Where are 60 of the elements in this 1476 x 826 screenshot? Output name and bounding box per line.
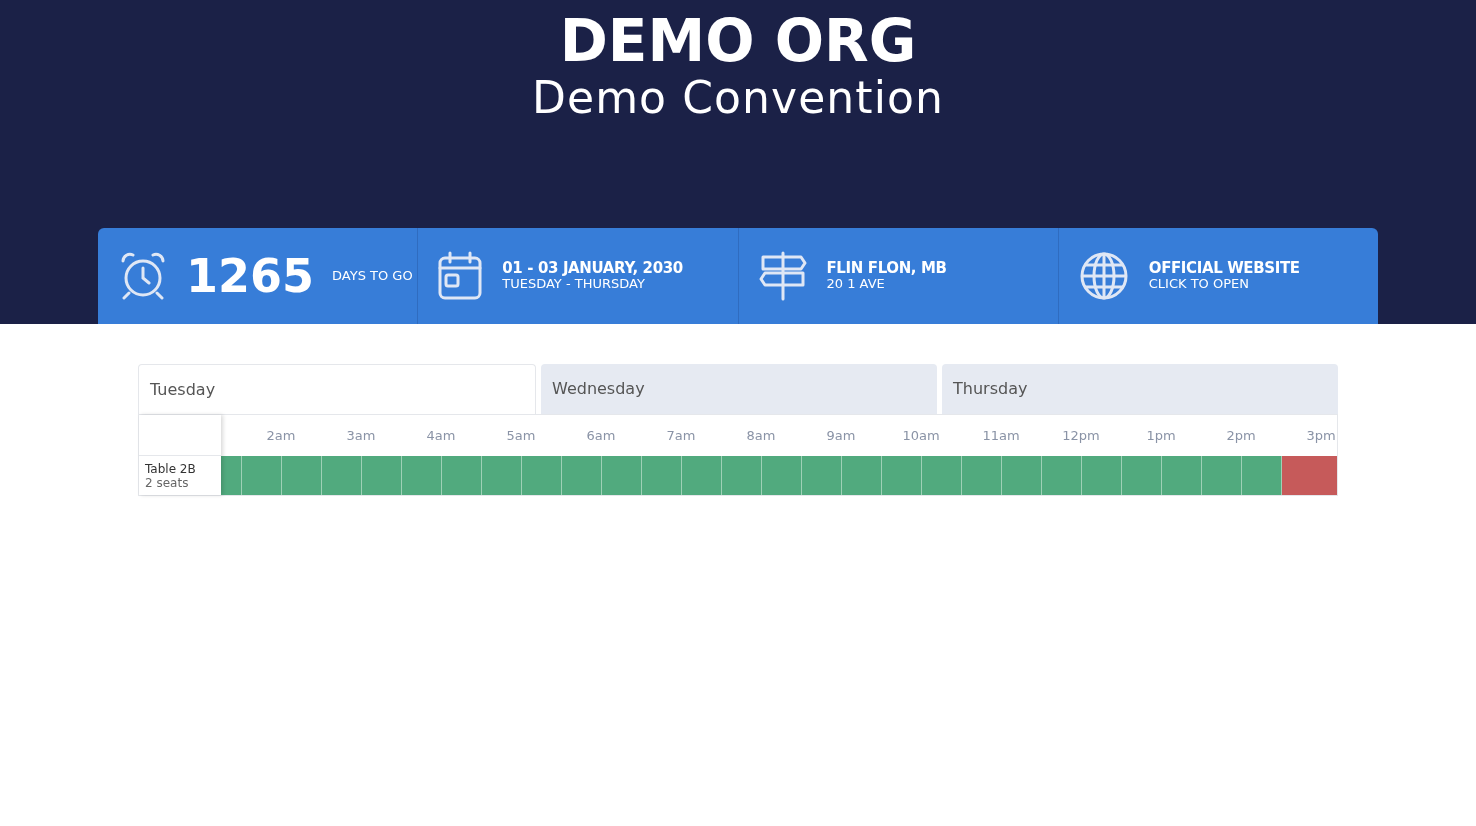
- time-slot[interactable]: [361, 456, 401, 495]
- days-count: 1265: [186, 253, 315, 299]
- hour-label: 9am: [826, 427, 856, 445]
- time-slot[interactable]: [641, 456, 681, 495]
- time-slot[interactable]: [681, 456, 721, 495]
- info-subtitle: TUESDAY - THURSDAY: [502, 276, 646, 291]
- day-tab[interactable]: Thursday: [942, 364, 1338, 414]
- time-slot[interactable]: [841, 456, 881, 495]
- event-title: Demo Convention: [532, 74, 944, 122]
- info-subtitle[interactable]: CLICK TO OPEN: [1148, 276, 1300, 291]
- table-seats: 2 seats: [145, 475, 215, 490]
- time-slot[interactable]: [1121, 456, 1161, 495]
- org-title: DEMO ORG: [559, 8, 917, 74]
- time-slot[interactable]: [1041, 456, 1081, 495]
- hour-label: 3am: [346, 427, 376, 445]
- calendar-icon: [438, 251, 483, 301]
- time-slot[interactable]: [921, 456, 961, 495]
- day-tab[interactable]: Tuesday: [138, 364, 536, 414]
- hour-label: 7am: [666, 427, 696, 445]
- hour-label: 8am: [746, 427, 776, 445]
- time-slot[interactable]: [521, 456, 561, 495]
- info-title: FLIN FLON, MB: [826, 261, 947, 276]
- time-slot[interactable]: [761, 456, 801, 495]
- hour-label: 10am: [902, 427, 940, 445]
- time-slot[interactable]: [1241, 456, 1281, 495]
- hour-label: 6am: [586, 427, 616, 445]
- hour-label: 2pm: [1226, 427, 1256, 445]
- signpost-icon: [758, 251, 807, 301]
- info-subtitle: 20 1 AVE: [826, 276, 886, 291]
- hour-label: 11am: [982, 427, 1020, 445]
- time-slot[interactable]: [281, 456, 321, 495]
- time-slot[interactable]: [401, 456, 441, 495]
- time-slot[interactable]: [721, 456, 761, 495]
- hour-label: 5am: [506, 427, 536, 445]
- day-tab[interactable]: Wednesday: [541, 364, 937, 414]
- time-slot[interactable]: [1281, 456, 1337, 495]
- time-slot[interactable]: [801, 456, 841, 495]
- time-slot[interactable]: [601, 456, 641, 495]
- table-name: Table 2B: [145, 461, 197, 476]
- hour-label: 2am: [266, 427, 296, 445]
- hour-label: 1pm: [1146, 427, 1176, 445]
- hour-label: 3pm: [1306, 427, 1336, 445]
- time-slot[interactable]: [481, 456, 521, 495]
- time-slot[interactable]: [561, 456, 601, 495]
- time-slot[interactable]: [961, 456, 1001, 495]
- time-slot[interactable]: [1081, 456, 1121, 495]
- info-title[interactable]: OFFICIAL WEBSITE: [1148, 261, 1300, 276]
- time-slot[interactable]: [321, 456, 361, 495]
- time-slot[interactable]: [241, 456, 281, 495]
- globe-icon: [1078, 251, 1129, 301]
- time-slot[interactable]: [221, 456, 241, 495]
- days-label: DAYS TO GO: [332, 267, 413, 286]
- info-title: 01 - 03 JANUARY, 2030: [502, 261, 683, 276]
- hour-label: 4am: [426, 427, 456, 445]
- time-slot[interactable]: [441, 456, 481, 495]
- time-slot[interactable]: [1201, 456, 1241, 495]
- time-slot[interactable]: [881, 456, 921, 495]
- hour-label: 12pm: [1062, 427, 1100, 445]
- time-slot[interactable]: [1161, 456, 1201, 495]
- time-slot[interactable]: [1001, 456, 1041, 495]
